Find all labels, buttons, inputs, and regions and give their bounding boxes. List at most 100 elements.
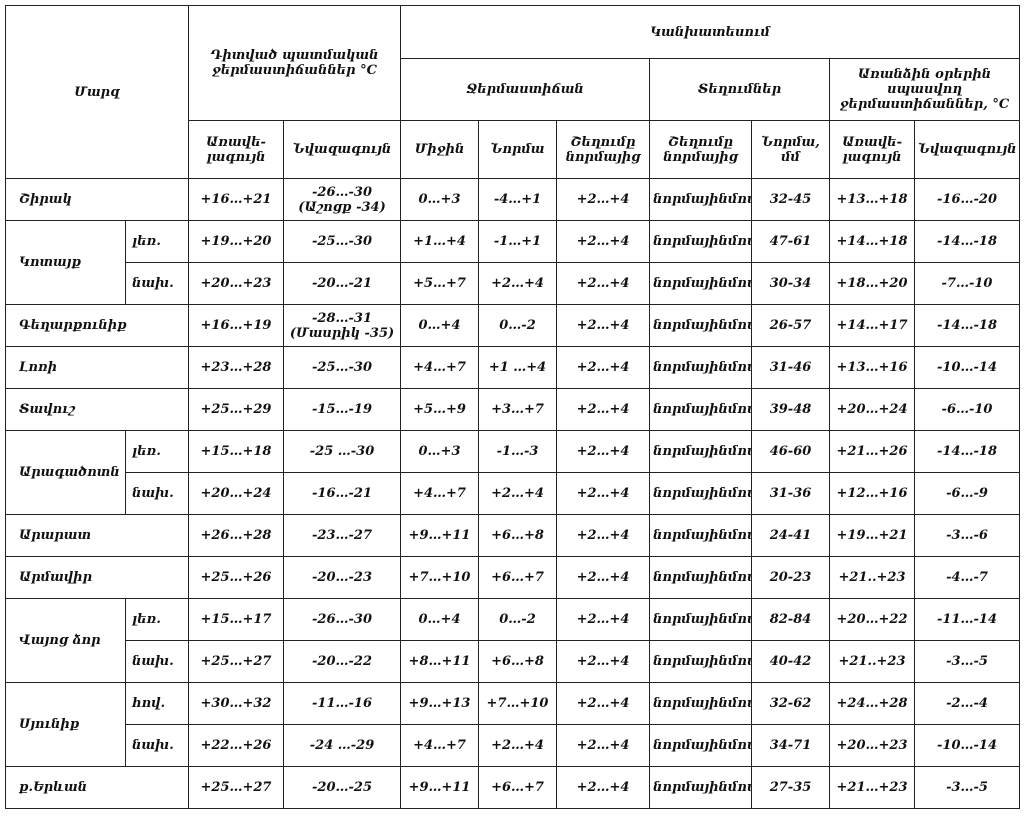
special-max: +21..+23 <box>829 640 916 683</box>
table-row: Արարատ +26…+28 -23…-27 +9…+11 +6…+8 +2…+… <box>5 514 1021 557</box>
precip-norm: 47-61 <box>751 220 831 263</box>
temp-norm: -1…+1 <box>478 220 558 263</box>
special-max: +12…+16 <box>829 472 916 515</box>
special-max: +13…+18 <box>829 178 916 221</box>
subregion-name: լեռ. <box>125 220 189 263</box>
temp-deviation: +2…+4 <box>556 766 651 809</box>
precip-deviation: նորմայինմոտ <box>649 472 753 515</box>
forecast-table: Մարզ Դիտված պատմական ջերմաստիճաններ °C Կ… <box>5 5 1021 809</box>
special-min: -16…-20 <box>914 178 1021 221</box>
table-row: Կոտայք լեռ. +19…+20 -25…-30 +1…+4 -1…+1 … <box>5 220 1021 305</box>
special-min: -10…-14 <box>914 724 1021 767</box>
temp-norm: 0…-2 <box>478 304 558 347</box>
temp-deviation: +2…+4 <box>556 682 651 725</box>
region-name: Վայոց ձոր <box>5 598 126 683</box>
header-temperature: Ջերմաստիճան <box>400 58 651 121</box>
temp-deviation: +2…+4 <box>556 178 651 221</box>
header-observed: Դիտված պատմական ջերմաստիճաններ °C <box>187 5 402 121</box>
observed-max: +15…+17 <box>188 598 284 641</box>
precip-deviation: նորմայինմոտ <box>649 556 753 599</box>
observed-min: -15…-19 <box>282 388 402 431</box>
precip-norm: 82-84 <box>751 598 831 641</box>
temp-deviation: +2…+4 <box>556 388 651 431</box>
special-max: +18…+20 <box>829 262 916 305</box>
special-max: +24…+28 <box>829 682 916 725</box>
temp-norm: 0…-2 <box>478 598 558 641</box>
temp-mean: 0…+3 <box>400 178 480 221</box>
precip-norm: 32-62 <box>751 682 831 725</box>
temp-deviation: +2…+4 <box>556 556 651 599</box>
special-max: +20…+23 <box>829 724 916 767</box>
region-name: Տավուշ <box>5 388 189 431</box>
region-name: ք.Երևան <box>5 766 189 809</box>
temp-norm: +6…+8 <box>478 640 558 683</box>
special-min: -14…-18 <box>914 220 1021 263</box>
table-row: Արմավիր +25…+26 -20…-23 +7…+10 +6…+7 +2…… <box>5 556 1021 599</box>
observed-min: -20…-22 <box>282 640 402 683</box>
table-row: Սյունիք հով. +30…+32 -11…-16 +9…+13 +7…+… <box>5 682 1021 767</box>
region-name: Լոռի <box>5 346 189 389</box>
observed-min: -20…-21 <box>282 262 402 305</box>
temp-norm: +1 …+4 <box>478 346 558 389</box>
table-row: ք.Երևան +25…+27 -20…-25 +9…+11 +6…+7 +2…… <box>5 766 1021 809</box>
temp-mean: 0…+4 <box>400 304 480 347</box>
precip-deviation: նորմայինմոտ <box>649 178 753 221</box>
observed-max: +25…+27 <box>188 766 284 809</box>
region-name: Շիրակ <box>5 178 189 221</box>
precip-deviation: նորմայինմոտ <box>649 304 753 347</box>
subregion-name: նախ. <box>125 262 189 305</box>
temp-norm: -1…-3 <box>478 430 558 473</box>
special-min: -3…-5 <box>914 766 1021 809</box>
special-min: -11…-14 <box>914 598 1021 641</box>
observed-min: -20…-23 <box>282 556 402 599</box>
observed-max: +19…+20 <box>188 220 284 263</box>
header-precip-deviation: Շեղումը նորմայից <box>649 120 753 179</box>
table-row: Վայոց ձոր լեռ. +15…+17 -26…-30 0…+4 0…-2… <box>5 598 1021 683</box>
header-special-days: Առանձին օրերին սպասվող ջերմաստիճաններ, °… <box>829 58 1021 121</box>
observed-max: +20…+24 <box>188 472 284 515</box>
precip-norm: 30-34 <box>751 262 831 305</box>
special-min: -6…-10 <box>914 388 1021 431</box>
precip-deviation: նորմայինմոտ <box>649 640 753 683</box>
temp-norm: +2…+4 <box>478 724 558 767</box>
temp-mean: +1…+4 <box>400 220 480 263</box>
precip-deviation: նորմայինմոտ <box>649 514 753 557</box>
temp-norm: -4…+1 <box>478 178 558 221</box>
observed-max: +15…+18 <box>188 430 284 473</box>
precip-deviation: նորմայինմոտ <box>649 430 753 473</box>
observed-max: +16…+19 <box>188 304 284 347</box>
header-precipitation: Տեղումներ <box>649 58 831 121</box>
observed-min: -24 …-29 <box>282 724 402 767</box>
subregion-name: լեռ. <box>125 430 189 473</box>
special-max: +20…+24 <box>829 388 916 431</box>
region-name: Արագածոտն <box>5 430 126 515</box>
observed-min: -28…-31 (Մասրիկ -35) <box>282 304 402 347</box>
header-special-max: Առավե-լագույն <box>829 120 916 179</box>
temp-deviation: +2…+4 <box>556 220 651 263</box>
precip-deviation: նորմայինմոտ <box>649 262 753 305</box>
precip-norm: 20-23 <box>751 556 831 599</box>
temp-mean: +9…+11 <box>400 514 480 557</box>
header-temp-norm: Նորմա <box>478 120 558 179</box>
special-min: -10…-14 <box>914 346 1021 389</box>
precip-norm: 26-57 <box>751 304 831 347</box>
special-min: -6…-9 <box>914 472 1021 515</box>
special-max: +21..+23 <box>829 556 916 599</box>
temp-mean: 0…+4 <box>400 598 480 641</box>
special-max: +14…+17 <box>829 304 916 347</box>
temp-mean: +5…+7 <box>400 262 480 305</box>
precip-norm: 46-60 <box>751 430 831 473</box>
observed-max: +25…+26 <box>188 556 284 599</box>
precip-deviation: նորմայինմոտ <box>649 346 753 389</box>
header-forecast: Կանխատեսում <box>400 5 1021 59</box>
precip-norm: 27-35 <box>751 766 831 809</box>
temp-norm: +3…+7 <box>478 388 558 431</box>
observed-min: -11…-16 <box>282 682 402 725</box>
special-max: +21…+23 <box>829 766 916 809</box>
observed-min: -25…-30 <box>282 220 402 263</box>
precip-norm: 32-45 <box>751 178 831 221</box>
observed-min: -20…-25 <box>282 766 402 809</box>
temp-mean: +8…+11 <box>400 640 480 683</box>
temp-deviation: +2…+4 <box>556 346 651 389</box>
precip-deviation: նորմայինմոտ <box>649 766 753 809</box>
